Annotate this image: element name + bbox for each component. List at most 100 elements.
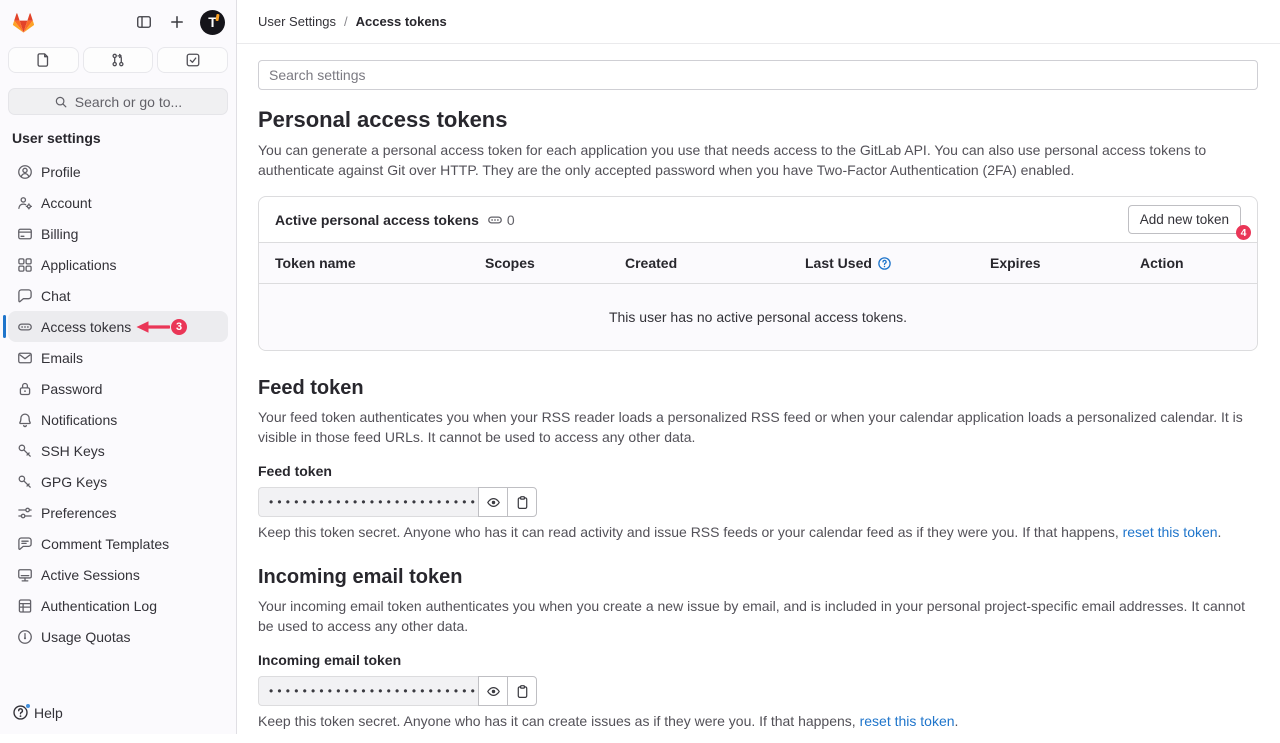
help-button[interactable]: Help: [0, 691, 236, 734]
column-action: Action: [1124, 255, 1257, 271]
incoming-email-token-description: Your incoming email token authenticates …: [258, 596, 1258, 636]
sidebar-item-label: Account: [41, 195, 92, 211]
key-icon: [17, 474, 33, 490]
token-pill-icon: [487, 212, 503, 228]
sidebar-item-label: SSH Keys: [41, 443, 105, 459]
incoming-email-token-title: Incoming email token: [258, 566, 1258, 589]
sidebar-item-label: Preferences: [41, 505, 116, 521]
sidebar-section-title: User settings: [0, 115, 236, 156]
search-icon: [54, 95, 68, 109]
breadcrumb: User Settings / Access tokens: [237, 0, 1280, 44]
annotation-badge-3: 3: [171, 319, 187, 335]
incoming-email-token-group: •••••••••••••••••••••••••: [258, 676, 1258, 706]
account-icon: [17, 195, 33, 211]
chat-bubble-icon: [17, 288, 33, 304]
merge-requests-shortcut-button[interactable]: [83, 47, 154, 73]
incoming-email-token-secret-note: Keep this token secret. Anyone who has i…: [258, 713, 1258, 729]
sidebar-toggle-icon: [136, 14, 152, 30]
sidebar-item-authentication-log[interactable]: Authentication Log: [8, 590, 228, 621]
annotation-arrow: [136, 319, 170, 335]
feed-token-title: Feed token: [258, 377, 1258, 400]
active-tokens-card-header: Active personal access tokens 0 Add new …: [259, 197, 1257, 242]
sidebar-item-billing[interactable]: Billing: [8, 218, 228, 249]
feed-token-masked-field[interactable]: •••••••••••••••••••••••••: [258, 487, 479, 517]
log-table-icon: [17, 598, 33, 614]
eye-icon: [486, 684, 501, 699]
incoming-reset-token-link[interactable]: reset this token: [860, 713, 955, 729]
token-pill-icon: [17, 319, 33, 335]
plus-icon: [169, 14, 185, 30]
feed-token-description: Your feed token authenticates you when y…: [258, 407, 1258, 447]
key-icon: [17, 443, 33, 459]
issues-icon: [35, 52, 51, 68]
active-tokens-card: Active personal access tokens 0 Add new …: [258, 196, 1258, 351]
sidebar-item-password[interactable]: Password: [8, 373, 228, 404]
sidebar-item-emails[interactable]: Emails: [8, 342, 228, 373]
user-avatar[interactable]: T: [200, 10, 225, 35]
empty-tokens-message: This user has no active personal access …: [259, 284, 1257, 350]
add-new-token-button[interactable]: Add new token: [1128, 205, 1241, 234]
sidebar-item-notifications[interactable]: Notifications: [8, 404, 228, 435]
gitlab-logo[interactable]: [11, 10, 36, 34]
breadcrumb-current: Access tokens: [356, 14, 447, 29]
feed-token-reveal-button[interactable]: [478, 487, 508, 517]
sidebar-item-label: Chat: [41, 288, 71, 304]
sidebar-item-label: Active Sessions: [41, 567, 140, 583]
sidebar-item-chat[interactable]: Chat: [8, 280, 228, 311]
sidebar-item-comment-templates[interactable]: Comment Templates: [8, 528, 228, 559]
sidebar-item-profile[interactable]: Profile: [8, 156, 228, 187]
sidebar-item-label: Billing: [41, 226, 78, 242]
question-help-icon[interactable]: [877, 256, 892, 271]
feed-token-label: Feed token: [258, 463, 1258, 479]
merge-request-icon: [110, 52, 126, 68]
sidebar-topbar: T: [0, 0, 236, 44]
incoming-email-token-masked-field[interactable]: •••••••••••••••••••••••••: [258, 676, 479, 706]
email-icon: [17, 350, 33, 366]
credit-card-icon: [17, 226, 33, 242]
monitor-icon: [17, 567, 33, 583]
personal-tokens-description: You can generate a personal access token…: [258, 140, 1258, 180]
feed-token-group: •••••••••••••••••••••••••: [258, 487, 1258, 517]
sidebar-item-applications[interactable]: Applications: [8, 249, 228, 280]
search-or-goto-label: Search or go to...: [75, 94, 182, 110]
column-scopes: Scopes: [469, 255, 609, 271]
comment-lines-icon: [17, 536, 33, 552]
column-token-name: Token name: [259, 255, 469, 271]
incoming-email-token-copy-button[interactable]: [507, 676, 537, 706]
sidebar-item-active-sessions[interactable]: Active Sessions: [8, 559, 228, 590]
sidebar-item-account[interactable]: Account: [8, 187, 228, 218]
column-expires: Expires: [974, 255, 1124, 271]
sidebar-item-gpg-keys[interactable]: GPG Keys: [8, 466, 228, 497]
incoming-email-token-label: Incoming email token: [258, 652, 1258, 668]
feed-token-copy-button[interactable]: [507, 487, 537, 517]
sidebar-item-label: Profile: [41, 164, 81, 180]
sidebar-item-access-tokens[interactable]: Access tokens 3: [8, 311, 228, 342]
sidebar-item-label: Applications: [41, 257, 117, 273]
incoming-email-token-reveal-button[interactable]: [478, 676, 508, 706]
sidebar-item-label: Password: [41, 381, 102, 397]
issues-shortcut-button[interactable]: [8, 47, 79, 73]
sidebar-item-label: GPG Keys: [41, 474, 107, 490]
clipboard-copy-icon: [515, 495, 530, 510]
page-title: Personal access tokens: [258, 107, 1258, 133]
feed-reset-token-link[interactable]: reset this token: [1123, 524, 1218, 540]
sidebar-item-label: Authentication Log: [41, 598, 157, 614]
clipboard-copy-icon: [515, 684, 530, 699]
breadcrumb-separator: /: [344, 14, 348, 29]
gauge-icon: [17, 629, 33, 645]
breadcrumb-user-settings[interactable]: User Settings: [258, 14, 336, 29]
new-menu-button[interactable]: [163, 8, 191, 36]
tokens-table-header: Token name Scopes Created Last Used Expi…: [259, 242, 1257, 284]
sidebar-item-ssh-keys[interactable]: SSH Keys: [8, 435, 228, 466]
pinned-shortcuts: [0, 44, 236, 76]
sidebar-item-label: Comment Templates: [41, 536, 169, 552]
sidebar-item-usage-quotas[interactable]: Usage Quotas: [8, 621, 228, 652]
todo-shortcut-button[interactable]: [157, 47, 228, 73]
profile-icon: [17, 164, 33, 180]
settings-content: Personal access tokens You can generate …: [237, 44, 1280, 743]
search-or-goto-button[interactable]: Search or go to...: [8, 88, 228, 115]
sidebar-item-preferences[interactable]: Preferences: [8, 497, 228, 528]
sidebar-toggle-button[interactable]: [130, 8, 158, 36]
token-count: 0: [487, 212, 515, 228]
search-settings-input[interactable]: [258, 60, 1258, 90]
